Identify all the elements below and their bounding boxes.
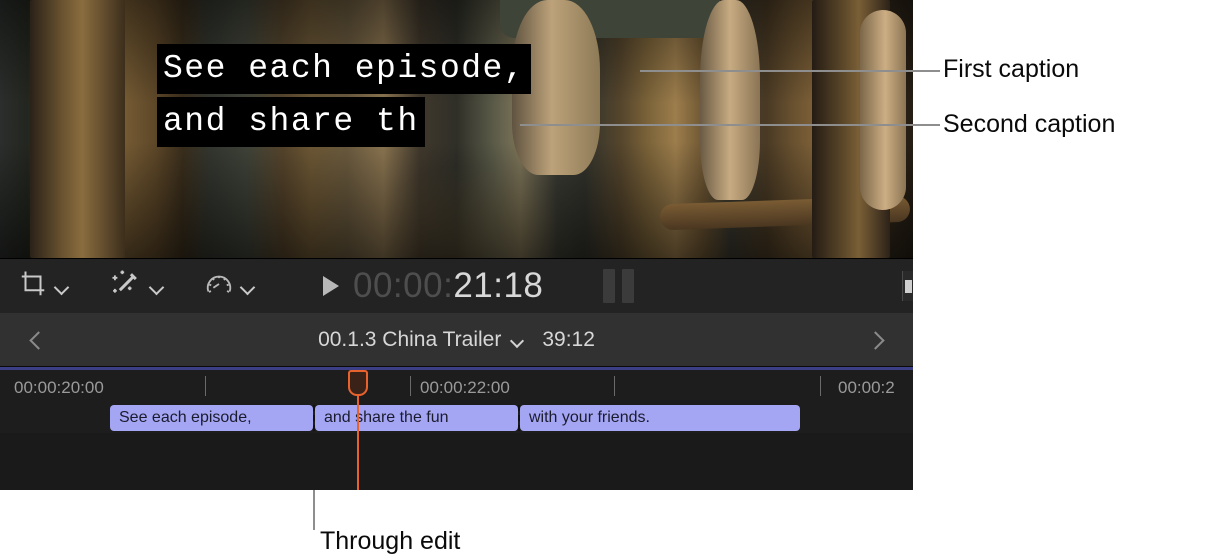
- speedometer-icon: [204, 269, 234, 304]
- clip-name-bar: 00.1.3 China Trailer 39:12: [0, 313, 913, 367]
- first-caption-label: First caption: [943, 55, 1080, 83]
- playhead-handle[interactable]: [348, 370, 368, 396]
- through-edit-leader-line: [313, 490, 315, 530]
- video-viewer[interactable]: See each episode, and share th: [0, 0, 913, 258]
- ruler-label: 00:00:2: [838, 378, 895, 397]
- hiker-leg-right: [700, 0, 760, 200]
- ruler-tick: [205, 376, 206, 396]
- effects-tool-button[interactable]: [109, 268, 164, 305]
- timeline-empty-area[interactable]: [0, 433, 913, 490]
- through-edit-label: Through edit: [320, 527, 461, 555]
- pause-icon[interactable]: [603, 269, 635, 303]
- chevron-down-icon[interactable]: [151, 282, 164, 290]
- second-caption-label: Second caption: [943, 110, 1116, 138]
- viewer-caption-line-2: and share th: [157, 97, 425, 147]
- chevron-right-icon[interactable]: [869, 333, 883, 347]
- crop-icon: [18, 269, 48, 304]
- caption-clip-label: and share the fun: [324, 409, 449, 426]
- viewer-caption-line-1: See each episode,: [157, 44, 532, 94]
- timecode-seconds-frames: 21:18: [453, 266, 544, 305]
- through-edit-separator: [518, 405, 520, 431]
- tree-trunk-left: [30, 0, 125, 258]
- chevron-down-icon[interactable]: [56, 282, 69, 290]
- crop-tool-button[interactable]: [18, 269, 69, 304]
- viewer-caption-overlay[interactable]: See each episode, and share th: [157, 44, 532, 147]
- ruler-tick: [820, 376, 821, 396]
- caption-clip[interactable]: and share the fun: [315, 405, 518, 431]
- through-edit-separator: [313, 405, 315, 431]
- hiker-arm: [860, 10, 906, 210]
- caption-clip-label: See each episode,: [119, 409, 252, 426]
- timeline-ruler[interactable]: 00:00:20:00 00:00:22:00 00:00:2: [0, 370, 913, 403]
- magic-wand-icon: [109, 268, 143, 305]
- playhead[interactable]: [348, 370, 368, 490]
- chevron-down-icon[interactable]: [512, 336, 524, 344]
- play-icon[interactable]: [323, 276, 339, 296]
- ruler-tick: [410, 376, 411, 396]
- second-caption-leader-line: [520, 124, 940, 126]
- clip-name-label: 00.1.3 China Trailer: [318, 328, 502, 351]
- viewer-toolbar: 00:00:21:18: [0, 258, 913, 314]
- clip-duration-label: 39:12: [542, 328, 595, 351]
- screenshot-root: See each episode, and share th 00:00:21:…: [0, 0, 1208, 556]
- caption-clip[interactable]: with your friends.: [520, 405, 800, 431]
- chevron-left-icon[interactable]: [30, 333, 44, 347]
- ruler-tick: [614, 376, 615, 396]
- toolbar-edge-control[interactable]: [902, 271, 913, 301]
- caption-lane[interactable]: See each episode, and share the fun with…: [0, 403, 913, 433]
- retime-tool-button[interactable]: [204, 269, 255, 304]
- ruler-label: 00:00:20:00: [14, 378, 104, 397]
- ruler-label: 00:00:22:00: [420, 378, 510, 397]
- first-caption-leader-line: [640, 70, 940, 72]
- chevron-down-icon[interactable]: [242, 282, 255, 290]
- video-editor-window: See each episode, and share th 00:00:21:…: [0, 0, 913, 490]
- caption-clip-label: with your friends.: [529, 409, 650, 426]
- caption-clip[interactable]: See each episode,: [110, 405, 313, 431]
- timecode-hours-minutes: 00:00:: [353, 266, 454, 305]
- timecode-display[interactable]: 00:00:21:18: [323, 266, 543, 306]
